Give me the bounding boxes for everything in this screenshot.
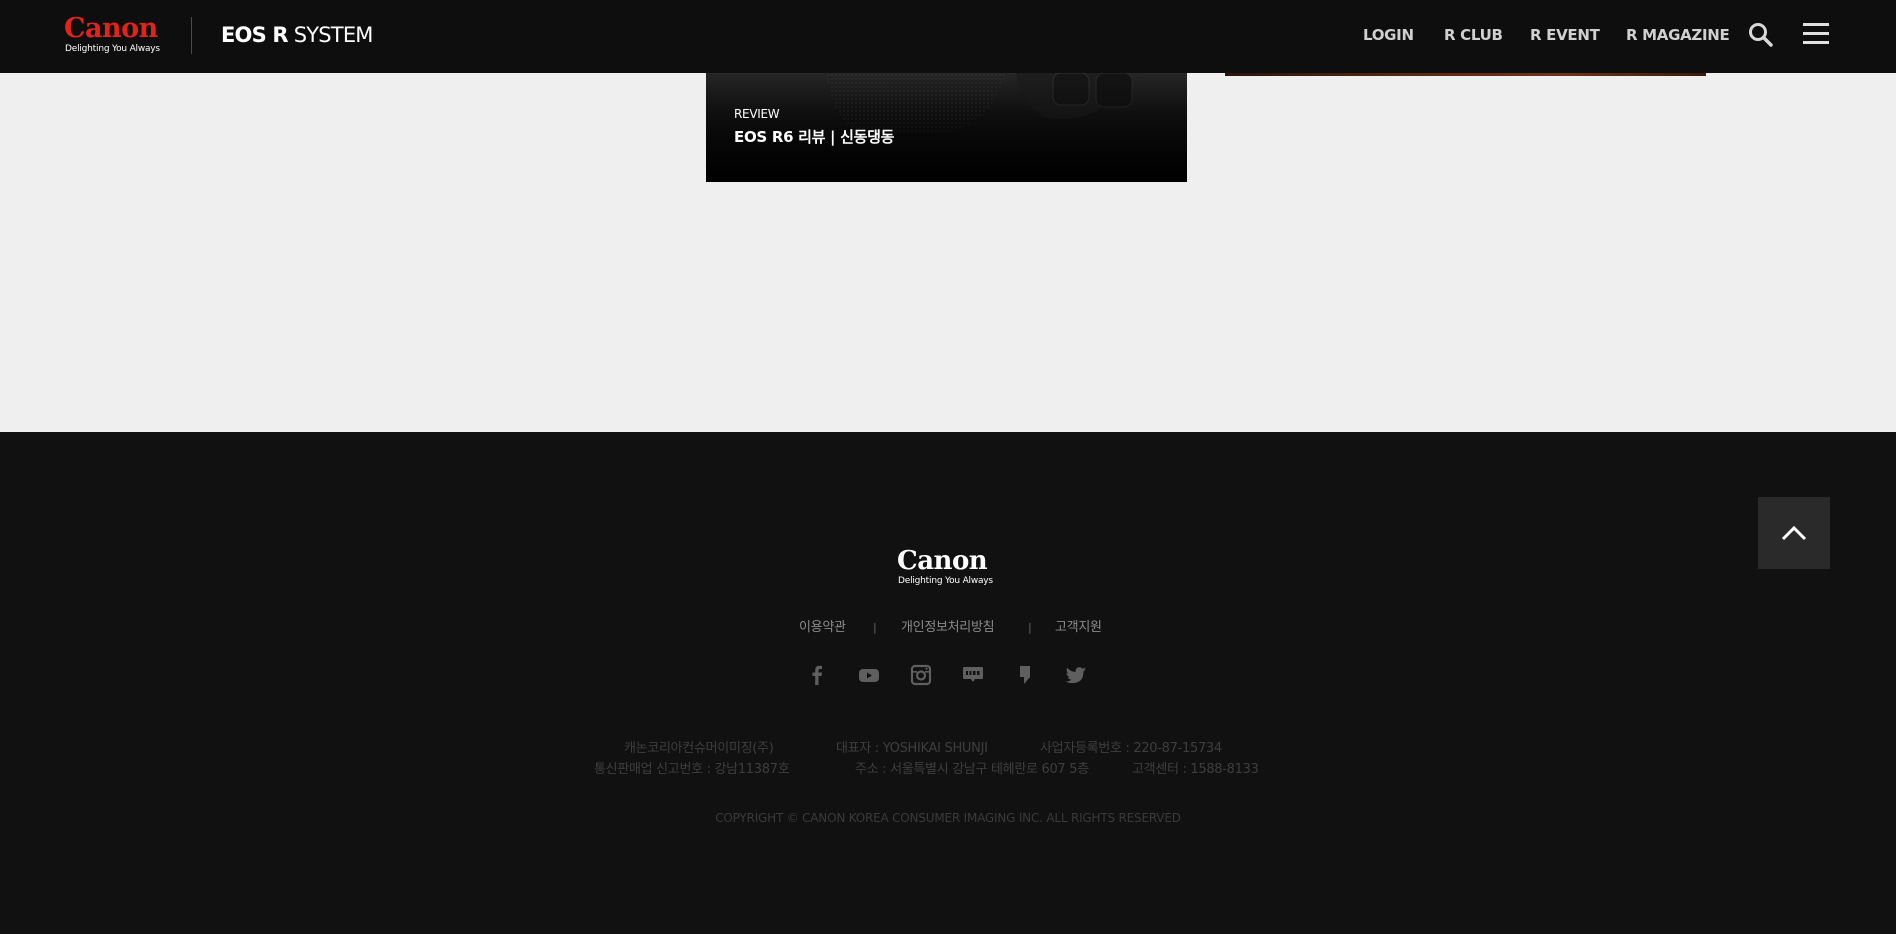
hamburger-menu-icon[interactable] [1802,21,1830,47]
customer-support-link[interactable]: 고객지원 [1055,619,1102,637]
site-header: Canon Delighting You Always EOS R SYSTEM… [0,0,1896,73]
twitter-icon[interactable] [1064,663,1088,687]
canon-logo-wordmark: Canon [64,13,158,44]
footer-logo-tagline: Delighting You Always [898,576,993,586]
terms-link[interactable]: 이용약관 [799,619,846,637]
card-title: EOS R6 리뷰 | 신동댕동 [734,128,895,146]
post-icon[interactable] [1013,663,1037,687]
mail-order-number: 통신판매업 신고번호 : 강남11387호 [594,762,790,777]
nav-r-event[interactable]: R EVENT [1530,25,1600,45]
footer-logo-wordmark: Canon [897,546,988,576]
header-divider [191,17,192,54]
customer-center: 고객센터 : 1588-8133 [1132,762,1259,777]
system-title-bold: EOS R [221,23,289,47]
adjacent-card-bottom-edge[interactable] [1225,73,1706,76]
card-category: REVIEW [734,107,780,121]
back-to-top-button[interactable] [1758,497,1830,569]
system-title-light: SYSTEM [293,23,374,47]
chevron-up-icon [1781,525,1807,541]
youtube-icon[interactable] [857,663,881,687]
site-footer: Canon Delighting You Always 이용약관 | 개인정보처… [0,432,1896,934]
ceo-name: 대표자 : YOSHIKAI SHUNJI [836,741,988,756]
canon-logo-tagline: Delighting You Always [65,44,160,54]
privacy-policy-link[interactable]: 개인정보처리방침 [901,619,995,637]
facebook-icon[interactable] [805,663,829,687]
footer-links: 이용약관 | 개인정보처리방침 | 고객지원 [0,619,1896,637]
business-number: 사업자등록번호 : 220-87-15734 [1040,741,1222,756]
link-separator: | [873,621,877,634]
review-card-eos-r6[interactable]: REVIEW EOS R6 리뷰 | 신동댕동 [706,73,1187,182]
link-separator: | [1028,621,1032,634]
company-address: 주소 : 서울특별시 강남구 테헤란로 607 5층 [855,762,1089,777]
eos-r-system-title[interactable]: EOS R SYSTEM [221,22,373,48]
copyright-text: COPYRIGHT © CANON KOREA CONSUMER IMAGING… [715,811,1181,825]
footer-canon-logo: Canon Delighting You Always [897,547,999,589]
canon-logo[interactable]: Canon Delighting You Always [64,15,164,57]
nav-login[interactable]: LOGIN [1363,25,1414,45]
nav-r-magazine[interactable]: R MAGAZINE [1626,25,1730,45]
search-icon[interactable] [1748,22,1774,48]
blog-icon[interactable] [961,663,985,687]
company-name: 캐논코리아컨슈머이미징(주) [624,741,774,756]
instagram-icon[interactable] [909,663,933,687]
nav-r-club[interactable]: R CLUB [1444,25,1503,45]
